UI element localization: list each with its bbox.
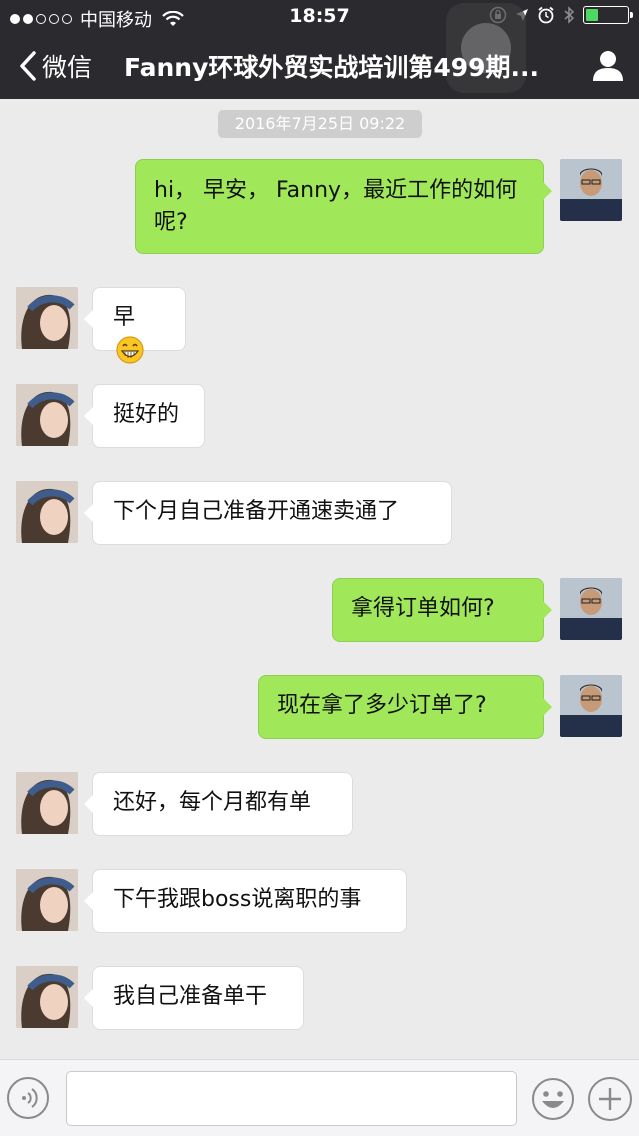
contact-avatar[interactable] (16, 287, 78, 349)
contact-avatar[interactable] (16, 384, 78, 446)
more-button[interactable] (588, 1077, 632, 1121)
plus-icon (599, 1088, 621, 1110)
contact-avatar[interactable] (16, 966, 78, 1028)
message-text: 早 (113, 305, 136, 330)
alarm-icon (538, 6, 554, 24)
profile-icon[interactable] (591, 48, 625, 82)
top-bar: 中国移动 18:57 微信 Fanny环球外贸实战培训第499期... (0, 0, 639, 99)
back-chevron-icon (20, 51, 36, 81)
back-button[interactable]: 微信 (18, 48, 92, 84)
nav-bar: 微信 Fanny环球外贸实战培训第499期... (0, 34, 639, 99)
input-bar (0, 1059, 639, 1136)
contact-avatar[interactable] (16, 772, 78, 834)
my-avatar[interactable] (560, 675, 622, 737)
incoming-message[interactable]: 下午我跟boss说离职的事 (84, 869, 407, 933)
incoming-message[interactable]: 我自己准备单干 (84, 966, 304, 1030)
battery-icon (583, 6, 633, 24)
message-timestamp: 2016年7月25日 09:22 (218, 110, 422, 138)
incoming-message[interactable]: 还好，每个月都有单 (84, 772, 353, 836)
emoji-icon[interactable] (531, 1077, 575, 1121)
voice-icon (22, 1088, 38, 1108)
bluetooth-icon (564, 6, 575, 24)
contact-avatar[interactable] (16, 869, 78, 931)
contact-avatar[interactable] (16, 481, 78, 543)
outgoing-message[interactable]: hi， 早安， Fanny，最近工作的如何呢? (135, 159, 552, 254)
outgoing-message[interactable]: 拿得订单如何? (332, 578, 552, 642)
my-avatar[interactable] (560, 578, 622, 640)
status-bar: 中国移动 18:57 (0, 0, 639, 34)
message-input[interactable] (66, 1071, 517, 1126)
grin-emoji-icon (116, 336, 144, 364)
incoming-message[interactable]: 早 (84, 287, 186, 364)
chat-title: Fanny环球外贸实战培训第499期... (124, 53, 540, 82)
voice-button[interactable] (7, 1077, 49, 1119)
incoming-message[interactable]: 挺好的 (84, 384, 205, 448)
my-avatar[interactable] (560, 159, 622, 221)
incoming-message[interactable]: 下个月自己准备开通速卖通了 (84, 481, 452, 545)
back-label: 微信 (42, 53, 93, 82)
outgoing-message[interactable]: 现在拿了多少订单了? (258, 675, 552, 739)
